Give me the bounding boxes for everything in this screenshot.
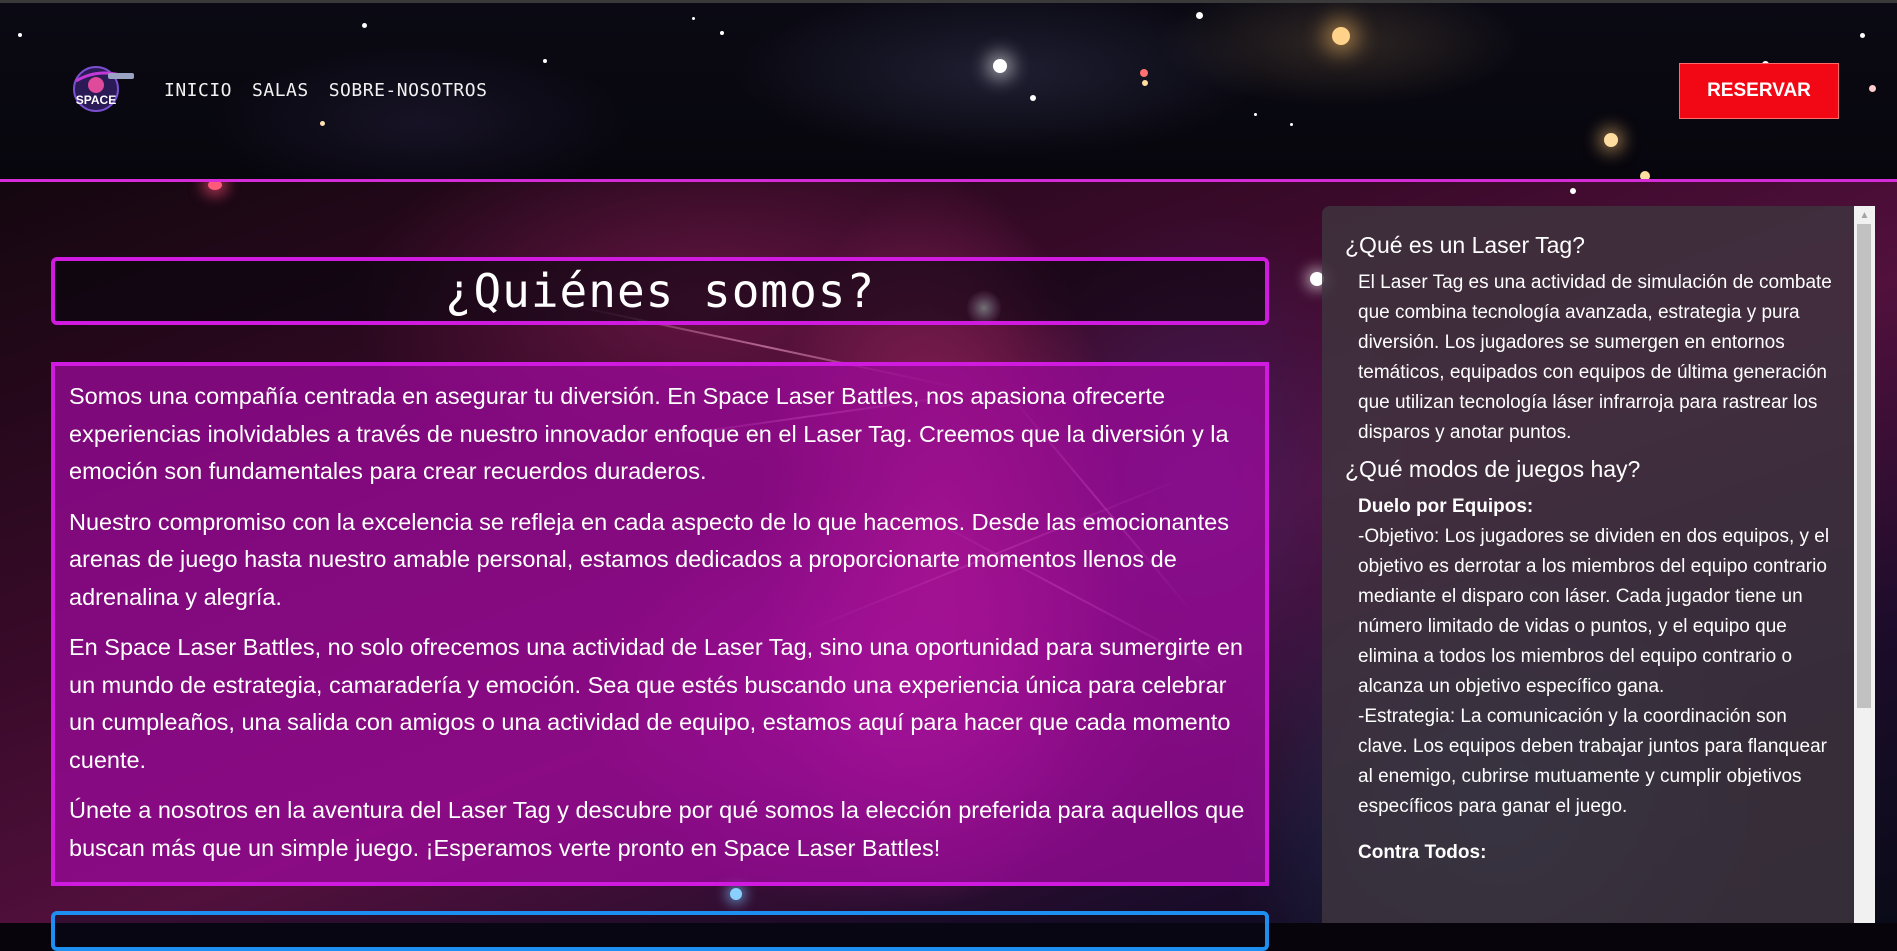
star-decoration <box>720 31 724 35</box>
star-decoration <box>1290 123 1293 126</box>
mode-strategy: -Estrategia: La comunicación y la coordi… <box>1358 706 1827 817</box>
scroll-up-arrow-icon[interactable]: ▲ <box>1854 206 1875 224</box>
scroll-thumb[interactable] <box>1857 224 1871 708</box>
mode-title: Contra Todos: <box>1358 842 1487 863</box>
faq-answer-laser-tag: El Laser Tag es una actividad de simulac… <box>1358 272 1832 443</box>
about-section: Somos una compañía centrada en asegurar … <box>51 362 1269 886</box>
star-decoration <box>362 23 367 28</box>
game-mode-free-for-all: Contra Todos: <box>1345 838 1835 868</box>
faq-scrollbar[interactable]: ▲ <box>1854 206 1875 923</box>
star-decoration <box>1604 133 1618 147</box>
game-mode-team-duel: Duelo por Equipos: -Objetivo: Los jugado… <box>1345 492 1835 822</box>
star-decoration <box>543 59 547 63</box>
faq-panel[interactable]: ¿Qué es un Laser Tag? El Laser Tag es un… <box>1322 206 1875 923</box>
faq-question-laser-tag: ¿Qué es un Laser Tag? <box>1345 232 1585 258</box>
site-header: SPACE INICIO SALAS SOBRE-NOSOTROS RESERV… <box>0 3 1897 182</box>
star-decoration <box>1142 80 1148 86</box>
star-decoration <box>1640 171 1650 179</box>
nav-salas[interactable]: SALAS <box>252 80 309 101</box>
mode-objective: -Objetivo: Los jugadores se dividen en d… <box>1358 526 1830 697</box>
star-decoration <box>1860 33 1865 38</box>
about-paragraph: Somos una compañía centrada en asegurar … <box>69 383 1229 484</box>
star-decoration <box>1570 188 1576 194</box>
star-decoration <box>1332 27 1350 45</box>
faq-question-game-modes: ¿Qué modos de juegos hay? <box>1345 456 1641 482</box>
star-decoration <box>320 121 325 126</box>
page-title: ¿Quiénes somos? <box>444 264 876 318</box>
about-paragraph: En Space Laser Battles, no solo ofrecemo… <box>69 634 1243 773</box>
space-logo[interactable]: SPACE <box>68 59 138 119</box>
about-paragraph: Únete a nosotros en la aventura del Lase… <box>69 797 1245 861</box>
next-section-box <box>51 911 1269 951</box>
star-decoration <box>208 182 222 190</box>
about-paragraph: Nuestro compromiso con la excelencia se … <box>69 508 1229 610</box>
main-nav: INICIO SALAS SOBRE-NOSOTROS <box>164 80 487 101</box>
star-decoration <box>1254 113 1257 116</box>
star-decoration <box>18 33 22 37</box>
star-decoration <box>692 17 695 20</box>
star-decoration <box>730 888 742 900</box>
nav-sobre-nosotros[interactable]: SOBRE-NOSOTROS <box>329 80 488 101</box>
star-decoration <box>1030 95 1036 101</box>
star-decoration <box>1140 69 1148 77</box>
star-decoration <box>1869 85 1876 92</box>
mode-title: Duelo por Equipos: <box>1358 496 1534 517</box>
page-title-box: ¿Quiénes somos? <box>51 257 1269 325</box>
reserve-button[interactable]: RESERVAR <box>1679 63 1839 119</box>
star-decoration <box>1196 12 1203 19</box>
svg-text:SPACE: SPACE <box>76 93 116 107</box>
nav-inicio[interactable]: INICIO <box>164 80 232 101</box>
star-decoration <box>993 59 1007 73</box>
